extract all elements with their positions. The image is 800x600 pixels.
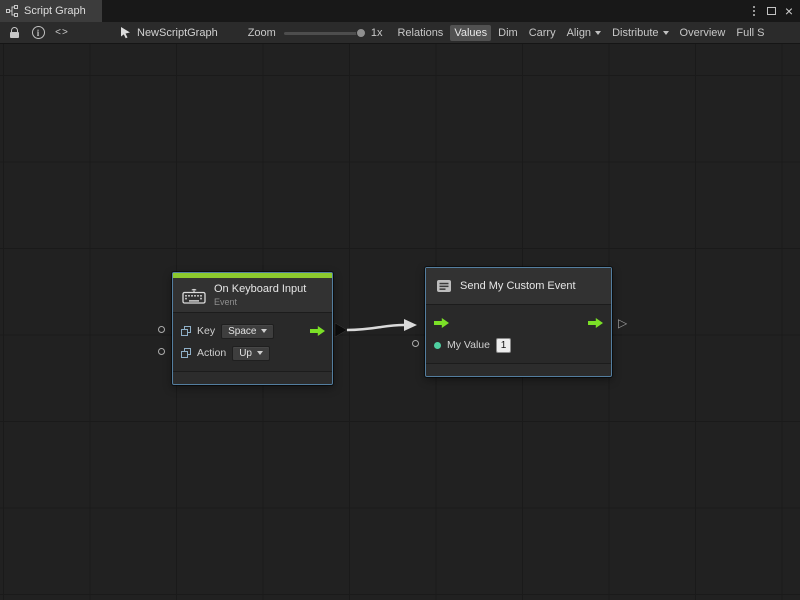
titlebar: Script Graph × [0,0,800,22]
graph-toolbar: i <> NewScriptGraph Zoom 1x Relations Va… [0,22,800,44]
node-body: Key Space Action Up [173,313,332,364]
custom-event-icon [436,278,452,294]
zoom-label: Zoom [248,27,276,39]
action-input-port[interactable] [158,348,165,355]
graph-tab-icon [6,5,18,17]
keyboard-icon [182,287,206,304]
info-letter: i [37,28,40,38]
overview-button[interactable]: Overview [676,25,730,41]
tab-script-graph[interactable]: Script Graph [0,0,102,22]
action-value: Up [239,348,252,359]
node-titles: On Keyboard Input Event [214,283,306,307]
flow-connection-wire [0,44,800,600]
chevron-down-icon [257,351,263,355]
titlebar-buttons: × [750,0,800,22]
key-dropdown[interactable]: Space [221,324,274,339]
value-port-dot [434,342,441,349]
fullscreen-button[interactable]: Full S [732,25,768,41]
info-icon[interactable]: i [29,24,47,42]
key-input-port[interactable] [158,326,165,333]
distribute-label: Distribute [612,27,658,39]
flow-output-port[interactable] [310,326,325,336]
key-value: Space [228,326,256,337]
action-dropdown[interactable]: Up [232,346,270,361]
code-glyph: <> [55,27,69,38]
chevron-down-icon [261,329,267,333]
node-send-my-custom-event[interactable]: Send My Custom Event My Value [425,267,612,377]
distribute-menu-button[interactable]: Distribute [608,25,672,41]
key-label: Key [197,325,215,337]
script-graph-asset-icon [119,26,132,39]
node-title: Send My Custom Event [460,280,576,292]
action-label: Action [197,347,226,359]
zoom-track [284,32,366,35]
code-icon[interactable]: <> [53,24,71,42]
key-port-row: Key Space [173,320,332,342]
maximize-icon[interactable] [767,7,776,15]
carry-toggle[interactable]: Carry [525,25,560,41]
node-footer [173,371,332,384]
node-title: On Keyboard Input [214,283,306,295]
my-value-input[interactable] [496,338,511,353]
zoom-value: 1x [371,27,383,39]
node-footer [426,363,611,376]
value-type-icon [181,326,191,336]
align-label: Align [567,27,591,39]
node-header[interactable]: Send My Custom Event [426,268,611,305]
node-on-keyboard-input[interactable]: On Keyboard Input Event Key Space [172,272,333,385]
close-icon[interactable]: × [785,4,793,18]
zoom-slider[interactable] [284,27,366,39]
event-flow-output-port[interactable]: ▷ [618,317,627,329]
graph-canvas[interactable]: On Keyboard Input Event Key Space [0,44,800,600]
kebab-menu-icon[interactable] [750,6,758,16]
graph-breadcrumb[interactable]: NewScriptGraph [119,26,218,39]
chevron-down-icon [595,31,601,35]
flow-port-row [426,312,611,334]
script-graph-window: Script Graph × i <> NewScriptGraph Zoom [0,0,800,600]
lock-icon[interactable] [5,24,23,42]
flow-input-port[interactable] [434,318,449,328]
node-header[interactable]: On Keyboard Input Event [173,278,332,313]
node-subtitle: Event [214,297,306,307]
chevron-down-icon [663,31,669,35]
value-type-icon [181,348,191,358]
my-value-port-row: My Value [426,334,611,356]
info-circle: i [32,26,45,39]
my-value-label: My Value [447,339,490,351]
lock-glyph [10,27,19,38]
flow-output-port[interactable] [588,318,603,328]
values-toggle[interactable]: Values [450,25,491,41]
tab-title: Script Graph [24,5,86,17]
zoom-knob[interactable] [356,28,366,38]
my-value-input-port[interactable] [412,340,419,347]
action-port-row: Action Up [173,342,332,364]
relations-toggle[interactable]: Relations [393,25,447,41]
node-body: My Value [426,305,611,356]
align-menu-button[interactable]: Align [563,25,605,41]
graph-name: NewScriptGraph [137,27,218,39]
dim-toggle[interactable]: Dim [494,25,522,41]
